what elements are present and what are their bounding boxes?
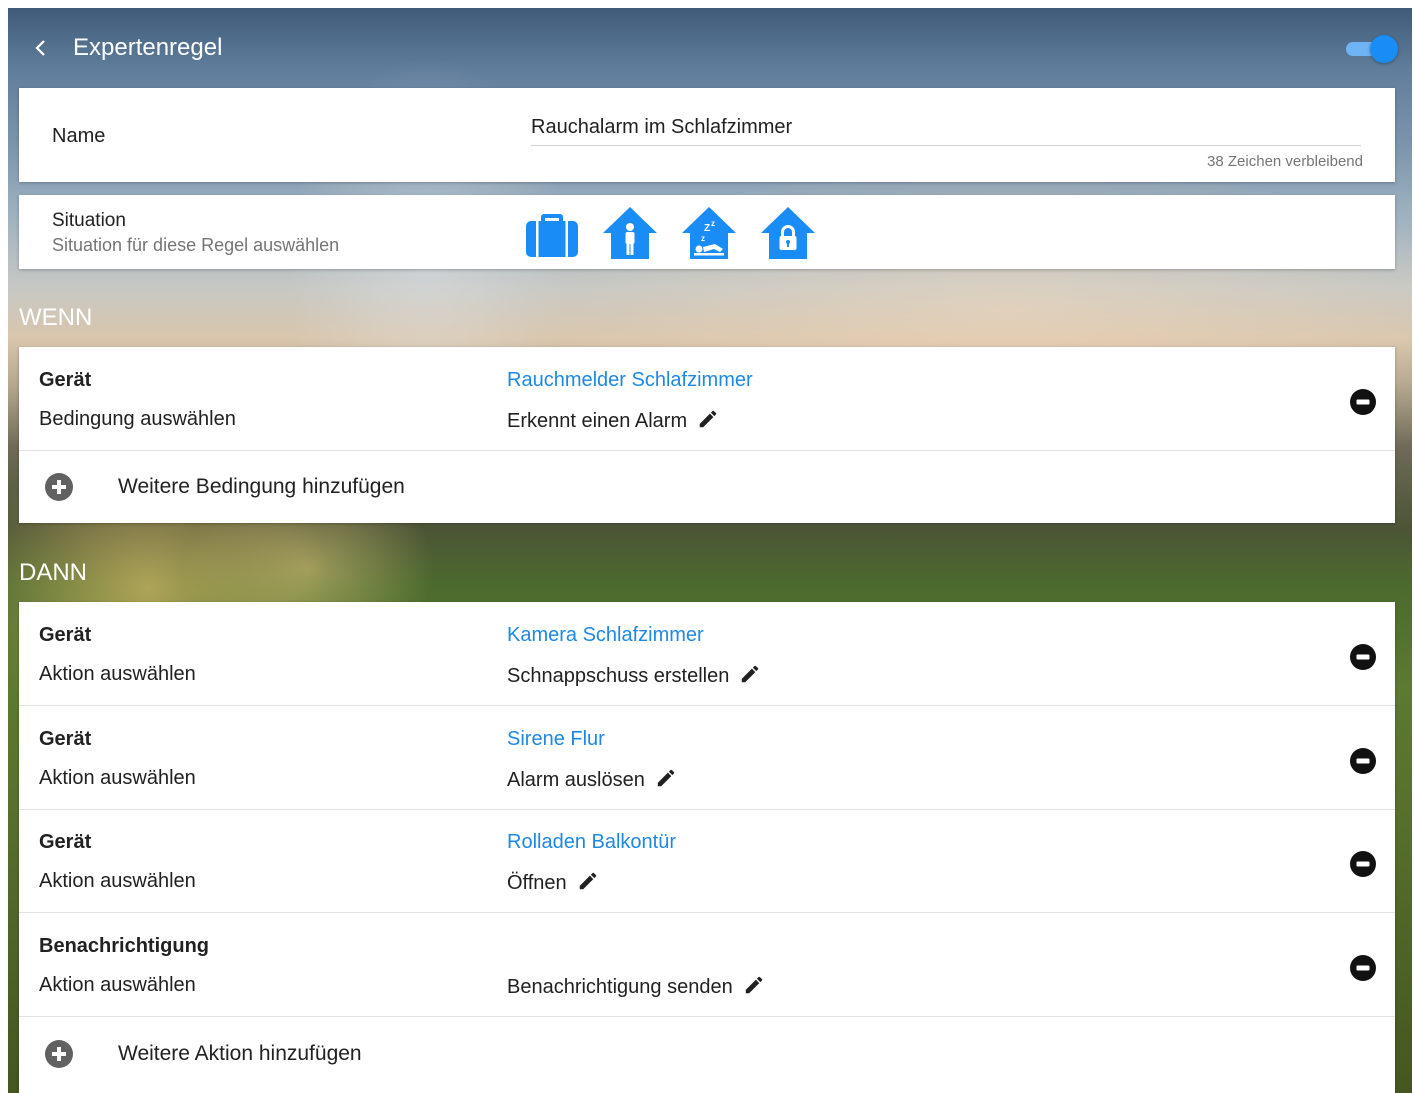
- add-condition-button[interactable]: Weitere Bedingung hinzufügen: [19, 451, 1395, 521]
- svg-text:z: z: [701, 234, 705, 243]
- rule-enabled-toggle[interactable]: [1344, 35, 1400, 63]
- action-row: Gerät Aktion auswählen Kamera Schlafzimm…: [19, 602, 1395, 706]
- remove-condition-icon[interactable]: [1349, 388, 1377, 416]
- action-type: Benachrichtigung: [39, 935, 210, 957]
- action-type: Gerät: [39, 624, 92, 646]
- situation-sublabel: Situation für diese Regel auswählen: [52, 235, 340, 255]
- pencil-icon[interactable]: [739, 663, 761, 685]
- add-action-button[interactable]: Weitere Aktion hinzufügen: [19, 1018, 1395, 1088]
- action-type: Gerät: [39, 728, 92, 750]
- action-description: Aktion auswählen: [39, 870, 196, 892]
- conditions-card: Gerät Bedingung auswählen Rauchmelder Sc…: [19, 347, 1395, 523]
- condition-value-text: Erkennt einen Alarm: [507, 410, 688, 432]
- add-circle-icon: [44, 472, 74, 502]
- pencil-icon[interactable]: [655, 767, 677, 789]
- suitcase-icon[interactable]: [523, 205, 581, 261]
- action-row: Gerät Aktion auswählen Sirene Flur Alarm…: [19, 706, 1395, 810]
- action-row: Gerät Aktion auswählen Rolladen Balkontü…: [19, 809, 1395, 913]
- situation-label: Situation: [52, 210, 126, 231]
- dann-heading: DANN: [19, 559, 88, 586]
- wenn-heading: WENN: [19, 304, 93, 331]
- svg-text:z: z: [711, 219, 715, 228]
- name-label: Name: [52, 125, 106, 147]
- add-condition-label: Weitere Bedingung hinzufügen: [118, 475, 405, 498]
- toggle-knob: [1370, 35, 1398, 63]
- add-circle-icon: [44, 1039, 74, 1069]
- remove-action-icon[interactable]: [1349, 954, 1377, 982]
- action-value[interactable]: Schnappschuss erstellen: [507, 663, 761, 688]
- condition-row: Gerät Bedingung auswählen Rauchmelder Sc…: [19, 347, 1395, 451]
- condition-description: Bedingung auswählen: [39, 408, 236, 430]
- remove-action-icon[interactable]: [1349, 643, 1377, 671]
- situation-card: Situation Situation für diese Regel ausw…: [19, 195, 1395, 269]
- rule-name-input[interactable]: [531, 109, 1361, 146]
- name-card: Name 38 Zeichen verbleibend: [19, 88, 1395, 182]
- action-value-text: Benachrichtigung senden: [507, 976, 733, 998]
- sleep-home-icon[interactable]: Z z z: [680, 205, 738, 261]
- action-device-link[interactable]: Kamera Schlafzimmer: [507, 624, 704, 647]
- condition-device-link[interactable]: Rauchmelder Schlafzimmer: [507, 369, 753, 392]
- actions-card: Gerät Aktion auswählen Kamera Schlafzimm…: [19, 602, 1395, 1093]
- condition-value[interactable]: Erkennt einen Alarm: [507, 408, 719, 433]
- action-value[interactable]: Öffnen: [507, 870, 599, 895]
- lock-home-icon[interactable]: [759, 205, 817, 261]
- add-action-label: Weitere Aktion hinzufügen: [118, 1042, 362, 1065]
- app-window: Expertenregel Name 38 Zeichen verbleiben…: [8, 8, 1412, 1093]
- action-type: Gerät: [39, 831, 92, 853]
- person-home-icon[interactable]: [601, 205, 659, 261]
- action-value[interactable]: Benachrichtigung senden: [507, 974, 765, 999]
- remove-action-icon[interactable]: [1349, 747, 1377, 775]
- chevron-left-icon[interactable]: [30, 36, 52, 60]
- page-title: Expertenregel: [73, 34, 223, 61]
- action-value-text: Schnappschuss erstellen: [507, 665, 730, 687]
- action-device-link[interactable]: Rolladen Balkontür: [507, 831, 676, 854]
- action-description: Aktion auswählen: [39, 767, 196, 789]
- action-description: Aktion auswählen: [39, 663, 196, 685]
- action-row: Benachrichtigung Aktion auswählen Benach…: [19, 913, 1395, 1017]
- character-counter: 38 Zeichen verbleibend: [1207, 153, 1363, 170]
- pencil-icon[interactable]: [743, 974, 765, 996]
- action-value[interactable]: Alarm auslösen: [507, 767, 677, 792]
- condition-type: Gerät: [39, 369, 92, 391]
- top-bar: Expertenregel: [8, 8, 1412, 88]
- action-description: Aktion auswählen: [39, 974, 196, 996]
- action-value-text: Öffnen: [507, 872, 567, 894]
- pencil-icon[interactable]: [577, 870, 599, 892]
- svg-text:Z: Z: [704, 223, 710, 234]
- remove-action-icon[interactable]: [1349, 850, 1377, 878]
- pencil-icon[interactable]: [697, 408, 719, 430]
- action-device-link[interactable]: Sirene Flur: [507, 728, 605, 751]
- action-value-text: Alarm auslösen: [507, 769, 645, 791]
